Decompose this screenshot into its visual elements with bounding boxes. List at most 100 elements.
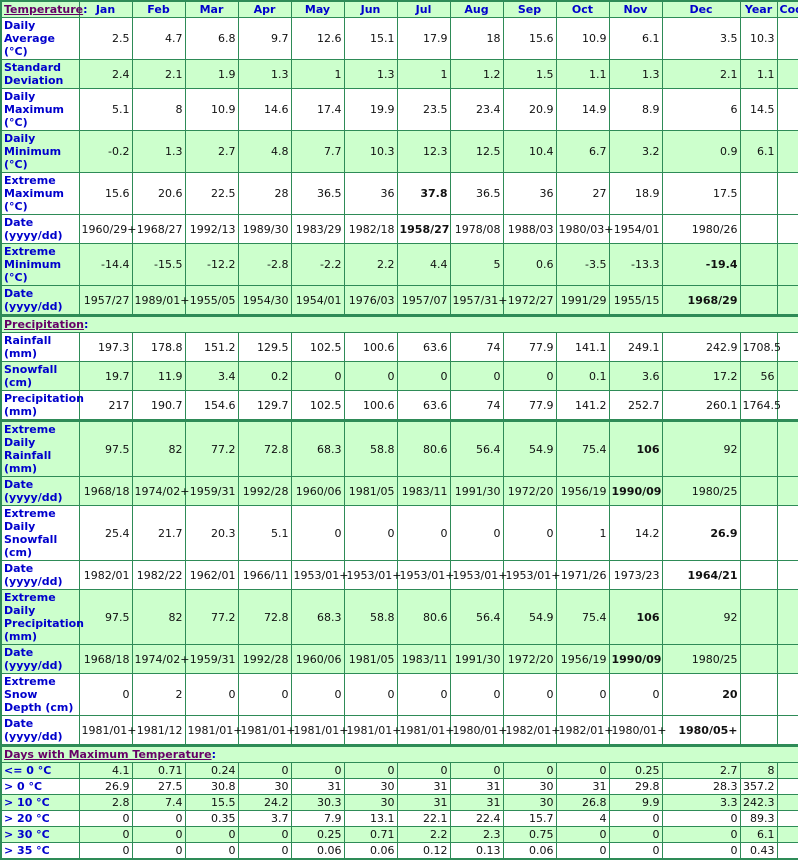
value-cell: 0 — [396, 361, 451, 391]
value-cell: 0 — [131, 810, 186, 827]
value-cell: 17.4 — [290, 88, 345, 131]
value-cell: 6 — [661, 88, 741, 131]
year-cell — [739, 715, 778, 746]
value-cell: -19.4 — [661, 243, 741, 286]
value-cell: 1973/23 — [608, 560, 663, 590]
row-label: > 35 °C — [0, 842, 80, 860]
year-cell — [739, 644, 778, 674]
table-row: > 35 °C00000.060.060.120.130.060000.43D — [0, 842, 798, 860]
value-cell: -0.2 — [78, 130, 133, 173]
table-row: Extreme Daily Rainfall (mm) 97.5 82 77.2 72.… — [0, 419, 798, 477]
section-row-days-max-temp: Days with Maximum Temperature: — [0, 744, 798, 763]
value-cell: 242.9 — [661, 332, 741, 362]
value-cell: 2.7 — [661, 762, 741, 779]
value-cell: 72.8 — [237, 589, 292, 645]
value-cell: 12.3 — [396, 130, 451, 173]
code-cell: D — [776, 794, 798, 811]
value-cell: 0 — [78, 842, 133, 860]
value-cell: 26.9 — [661, 505, 741, 561]
code-cell — [776, 214, 798, 244]
value-cell: 24.2 — [237, 794, 292, 811]
value-cell: 0 — [78, 826, 133, 843]
value-cell: 1959/31 — [184, 476, 239, 506]
value-cell: 0.06 — [343, 842, 398, 860]
value-cell: 1974/02+ — [131, 644, 189, 674]
value-cell: 1980/01+ — [608, 715, 666, 746]
value-cell: 1968/18 — [78, 476, 133, 506]
value-cell: 1989/01+ — [131, 285, 189, 316]
code-cell — [776, 172, 798, 215]
code-cell: D — [776, 826, 798, 843]
value-cell: 0 — [502, 762, 557, 779]
value-cell: 30 — [343, 778, 398, 795]
value-cell: 1982/18 — [343, 214, 398, 244]
column-header-sep: Sep — [502, 0, 557, 18]
value-cell: 92 — [661, 419, 741, 477]
code-cell: D — [776, 361, 798, 391]
value-cell: 14.9 — [555, 88, 610, 131]
value-cell: 75.4 — [555, 419, 610, 477]
value-cell: 0 — [396, 505, 451, 561]
value-cell: 141.1 — [555, 332, 610, 362]
value-cell: 0 — [449, 673, 504, 716]
table-body: Daily Average (°C) 2.5 4.7 6.8 9.7 12.6 15.1 17… — [0, 17, 798, 860]
value-cell: 74 — [449, 332, 504, 362]
value-cell: 15.6 — [502, 17, 557, 60]
value-cell: 1971/26 — [555, 560, 610, 590]
value-cell: 72.8 — [237, 419, 292, 477]
value-cell: 82 — [131, 419, 186, 477]
table-row: Date (yyyy/dd) 1968/18 1974/02+ 1959/31 1992… — [0, 476, 798, 506]
value-cell: 77.2 — [184, 589, 239, 645]
table-row: <= 0 °C4.10.710.2400000000.252.78D — [0, 762, 798, 779]
table-row: Daily Minimum (°C) -0.2 1.3 2.7 4.8 7.7 10.3 12… — [0, 130, 798, 173]
value-cell: 92 — [661, 589, 741, 645]
value-cell: 1992/13 — [184, 214, 239, 244]
value-cell: -13.3 — [608, 243, 663, 286]
value-cell: 15.7 — [502, 810, 557, 827]
value-cell: 3.4 — [184, 361, 239, 391]
value-cell: 58.8 — [343, 589, 398, 645]
code-cell — [776, 505, 798, 561]
row-label: Precipitation (mm) — [0, 390, 84, 421]
table-row: Extreme Daily Snowfall (cm) 25.4 21.7 20.3 5… — [0, 505, 798, 561]
value-cell: 63.6 — [396, 332, 451, 362]
value-cell: 1.5 — [502, 59, 557, 89]
value-cell: 23.5 — [396, 88, 451, 131]
value-cell: 0 — [343, 505, 398, 561]
value-cell: 1976/03 — [343, 285, 398, 316]
value-cell: 2.2 — [343, 243, 398, 286]
row-label: > 20 °C — [0, 810, 80, 827]
value-cell: 3.7 — [237, 810, 292, 827]
value-cell: 7.7 — [290, 130, 345, 173]
value-cell: 0 — [290, 673, 345, 716]
value-cell: 1989/30 — [237, 214, 292, 244]
value-cell: 1968/18 — [78, 644, 133, 674]
temperature-link[interactable]: Temperature — [4, 3, 83, 16]
value-cell: 0.1 — [555, 361, 610, 391]
value-cell: 0 — [449, 361, 504, 391]
precipitation-link[interactable]: Precipitation — [4, 318, 84, 331]
code-cell — [776, 285, 798, 316]
value-cell: 20.9 — [502, 88, 557, 131]
value-cell: 54.9 — [502, 589, 557, 645]
value-cell: 5.1 — [78, 88, 133, 131]
value-cell: 3.5 — [661, 17, 741, 60]
value-cell: 30 — [502, 778, 557, 795]
value-cell: 18 — [449, 17, 504, 60]
value-cell: 7.9 — [290, 810, 345, 827]
value-cell: 0 — [184, 673, 239, 716]
value-cell: 27 — [555, 172, 610, 215]
climate-table: Temperature: Jan Feb Mar Apr May Jun Jul Aug Sep… — [0, 0, 798, 860]
days-max-temp-link[interactable]: Days with Maximum Temperature — [4, 748, 212, 761]
row-label: > 10 °C — [0, 794, 80, 811]
value-cell: 1972/27 — [502, 285, 557, 316]
section-row-precipitation: Precipitation: — [0, 314, 798, 333]
value-cell: 25.4 — [78, 505, 133, 561]
value-cell: 0 — [343, 673, 398, 716]
value-cell: 1.2 — [449, 59, 504, 89]
value-cell: 1981/12 — [131, 715, 186, 746]
value-cell: 36.5 — [290, 172, 345, 215]
value-cell: 0 — [237, 842, 292, 860]
value-cell: 6.1 — [608, 17, 663, 60]
value-cell: 0.35 — [184, 810, 239, 827]
